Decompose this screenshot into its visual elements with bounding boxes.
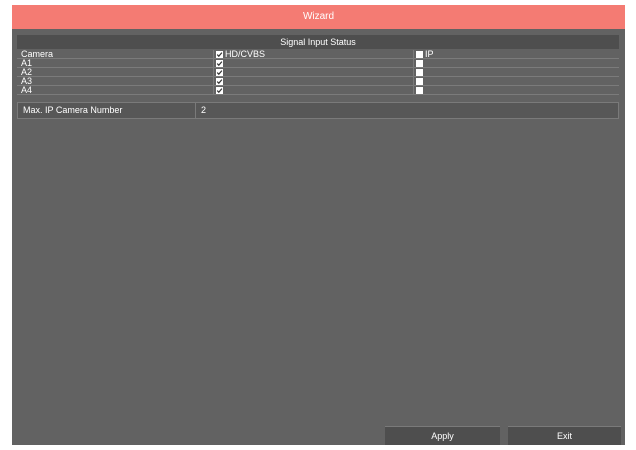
camera-name: A2 bbox=[17, 68, 214, 77]
ip-cell bbox=[414, 59, 619, 68]
camera-column-header: Camera bbox=[17, 50, 214, 59]
ip-checkbox[interactable] bbox=[416, 59, 423, 67]
hd-cvbs-checkbox[interactable] bbox=[216, 86, 223, 94]
table-row: A4 bbox=[17, 86, 619, 95]
hd-cvbs-cell bbox=[214, 86, 414, 95]
camera-name: A3 bbox=[17, 77, 214, 86]
signal-input-status-header: Signal Input Status bbox=[17, 35, 619, 49]
grid-header-row: Camera HD/CVBS IP bbox=[17, 50, 619, 59]
hd-cvbs-cell bbox=[214, 59, 414, 68]
checkmark-icon bbox=[216, 60, 223, 66]
signal-input-grid: Camera HD/CVBS IP A1 A2 A3 A4 bbox=[17, 50, 619, 95]
hd-cvbs-cell bbox=[214, 68, 414, 77]
ip-column-header[interactable]: IP bbox=[414, 50, 619, 59]
table-row: A2 bbox=[17, 68, 619, 77]
ip-all-checkbox[interactable] bbox=[416, 50, 423, 58]
max-ip-camera-value[interactable]: 2 bbox=[196, 103, 206, 118]
table-row: A3 bbox=[17, 77, 619, 86]
checkmark-icon bbox=[216, 87, 223, 93]
ip-checkbox[interactable] bbox=[416, 77, 423, 85]
apply-button[interactable]: Apply bbox=[385, 426, 500, 445]
max-ip-camera-row: Max. IP Camera Number 2 bbox=[17, 102, 619, 119]
camera-name: A1 bbox=[17, 59, 214, 68]
ip-cell bbox=[414, 77, 619, 86]
ip-label: IP bbox=[425, 50, 434, 59]
wizard-window: Wizard Signal Input Status Camera HD/CVB… bbox=[12, 5, 625, 445]
hd-cvbs-checkbox[interactable] bbox=[216, 59, 223, 67]
checkmark-icon bbox=[216, 51, 223, 57]
hd-cvbs-cell bbox=[214, 77, 414, 86]
exit-button[interactable]: Exit bbox=[508, 426, 621, 445]
ip-cell bbox=[414, 68, 619, 77]
checkmark-icon bbox=[216, 69, 223, 75]
hd-cvbs-checkbox[interactable] bbox=[216, 77, 223, 85]
checkmark-icon bbox=[216, 78, 223, 84]
ip-checkbox[interactable] bbox=[416, 68, 423, 76]
hd-cvbs-checkbox[interactable] bbox=[216, 68, 223, 76]
ip-cell bbox=[414, 86, 619, 95]
ip-checkbox[interactable] bbox=[416, 86, 423, 94]
max-ip-camera-label: Max. IP Camera Number bbox=[18, 103, 196, 118]
hd-cvbs-label: HD/CVBS bbox=[225, 50, 266, 59]
window-title: Wizard bbox=[12, 5, 625, 29]
hd-cvbs-column-header[interactable]: HD/CVBS bbox=[214, 50, 414, 59]
table-row: A1 bbox=[17, 59, 619, 68]
hd-cvbs-all-checkbox[interactable] bbox=[216, 50, 223, 58]
camera-name: A4 bbox=[17, 86, 214, 95]
